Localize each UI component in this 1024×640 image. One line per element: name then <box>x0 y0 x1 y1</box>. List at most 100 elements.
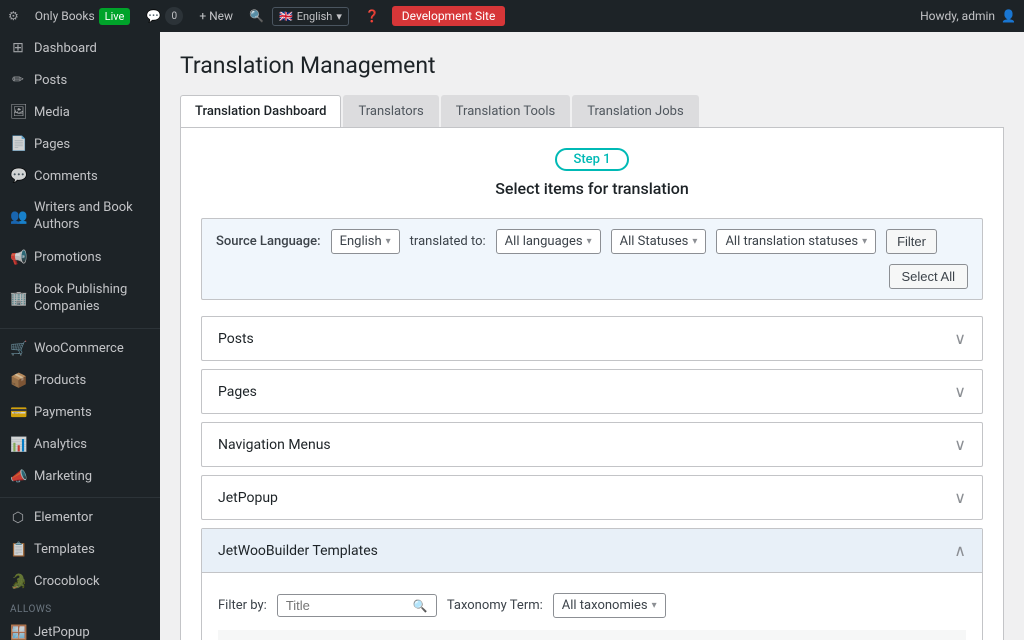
all-statuses-select[interactable]: All Statuses ▾ <box>611 229 707 254</box>
accordion-posts-header[interactable]: Posts ∨ <box>202 317 982 360</box>
dashboard-icon: ⊞ <box>10 40 26 56</box>
accordion-nav-menus-label: Navigation Menus <box>218 437 331 453</box>
templates-icon: 📋 <box>10 542 26 558</box>
comments-icon: 💬 <box>10 168 26 184</box>
accordion-jetpopup-header[interactable]: JetPopup ∨ <box>202 476 982 519</box>
adminbar-comment-count: 0 <box>165 7 183 25</box>
accordion-pages-label: Pages <box>218 384 257 400</box>
filter-button[interactable]: Filter <box>886 229 937 254</box>
main-content: Translation Management Translation Dashb… <box>160 32 1024 640</box>
menu-divider <box>0 328 160 329</box>
adminbar-howdy: Howdy, admin <box>920 9 995 23</box>
adminbar-language-switcher[interactable]: 🇬🇧 English ▾ <box>272 7 349 26</box>
sidebar-item-comments[interactable]: 💬 Comments <box>0 160 160 192</box>
adminbar-user-avatar[interactable]: 👤 <box>1001 9 1016 23</box>
admin-bar: ⚙ Only Books Live 💬 0 + New 🔍 🇬🇧 English… <box>0 0 1024 32</box>
marketing-icon: 📣 <box>10 469 26 485</box>
sidebar-item-jetpopup[interactable]: 🪟 JetPopup <box>0 617 160 640</box>
accordion-pages-header[interactable]: Pages ∨ <box>202 370 982 413</box>
accordion-jetpopup: JetPopup ∨ <box>201 475 983 520</box>
all-lang-chevron-icon: ▾ <box>587 236 592 247</box>
sidebar-item-woocommerce[interactable]: 🛒 WooCommerce <box>0 333 160 365</box>
accordion-pages: Pages ∨ <box>201 369 983 414</box>
adminbar-help[interactable]: ❓ <box>357 0 388 32</box>
sidebar-item-label: Analytics <box>34 437 87 452</box>
adminbar-new-button[interactable]: + New <box>191 0 241 32</box>
accordion-jetwoobuilder-label: JetWooBuilder Templates <box>218 543 378 559</box>
source-language-label: Source Language: <box>216 234 321 249</box>
sidebar-item-label: Crocoblock <box>34 574 100 589</box>
tab-bar: Translation Dashboard Translators Transl… <box>180 95 1004 128</box>
sidebar-item-label: Templates <box>34 542 95 557</box>
step-title: Select items for translation <box>201 179 983 198</box>
tab-content-area: Step 1 Select items for translation Sour… <box>180 128 1004 640</box>
adminbar-new-label: + New <box>199 9 233 23</box>
statuses-chevron-icon: ▾ <box>692 236 697 247</box>
select-all-button[interactable]: Select All <box>889 264 968 289</box>
adminbar-search-icon: 🔍 <box>249 9 264 23</box>
sidebar-item-label: Pages <box>34 137 70 152</box>
filter-bar: Source Language: English ▾ translated to… <box>201 218 983 300</box>
accordion-nav-menus: Navigation Menus ∨ <box>201 422 983 467</box>
menu-divider-2 <box>0 497 160 498</box>
sidebar-item-elementor[interactable]: ⬡ Elementor <box>0 502 160 534</box>
tab-translation-tools[interactable]: Translation Tools <box>441 95 570 127</box>
accordion-posts-label: Posts <box>218 331 254 347</box>
sidebar-item-label: Payments <box>34 405 92 420</box>
tab-translators[interactable]: Translators <box>343 95 438 127</box>
taxonomy-term-label: Taxonomy Term: <box>447 598 543 613</box>
sidebar-item-label: WooCommerce <box>34 341 124 356</box>
sidebar-item-crocoblock[interactable]: 🐊 Crocoblock <box>0 566 160 598</box>
taxonomy-chevron-icon: ▾ <box>652 600 657 611</box>
sidebar-item-templates[interactable]: 📋 Templates <box>0 534 160 566</box>
source-language-select[interactable]: English ▾ <box>331 229 400 254</box>
col-header-flag: 🇫🇷 <box>686 630 736 640</box>
adminbar-devsite-badge: Development Site <box>392 6 506 26</box>
nav-menus-chevron-icon: ∨ <box>954 435 966 454</box>
source-lang-chevron-icon: ▾ <box>386 236 391 247</box>
col-header-title[interactable]: Title ⇅ <box>251 630 686 640</box>
sidebar-item-media[interactable]: 🖼 Media <box>0 96 160 128</box>
sidebar-item-analytics[interactable]: 📊 Analytics <box>0 429 160 461</box>
adminbar-site[interactable]: Only Books Live <box>27 0 139 32</box>
sidebar-item-label: Comments <box>34 169 98 184</box>
accordion-jetpopup-label: JetPopup <box>218 490 278 506</box>
sidebar-item-posts[interactable]: ✏ Posts <box>0 64 160 96</box>
title-filter-input[interactable] <box>286 598 407 613</box>
page-title: Translation Management <box>180 52 1004 79</box>
tab-translation-dashboard[interactable]: Translation Dashboard <box>180 95 341 127</box>
sidebar-item-products[interactable]: 📦 Products <box>0 365 160 397</box>
jetwoobuilder-chevron-icon: ∧ <box>954 541 966 560</box>
translation-statuses-select[interactable]: All translation statuses ▾ <box>716 229 876 254</box>
sidebar-item-pages[interactable]: 📄 Pages <box>0 128 160 160</box>
sidebar-item-writers[interactable]: 👥 Writers and Book Authors <box>0 192 160 242</box>
sidebar-item-dashboard[interactable]: ⊞ Dashboard <box>0 32 160 64</box>
pages-icon: 📄 <box>10 136 26 152</box>
col-header-words: Word count <box>876 630 966 640</box>
source-lang-value: English <box>340 234 382 249</box>
woocommerce-icon: 🛒 <box>10 341 26 357</box>
accordion-nav-menus-header[interactable]: Navigation Menus ∨ <box>202 423 982 466</box>
crocoblock-icon: 🐊 <box>10 574 26 590</box>
tab-translation-jobs[interactable]: Translation Jobs <box>572 95 698 127</box>
all-languages-value: All languages <box>505 234 583 249</box>
sidebar-item-label: Promotions <box>34 250 101 265</box>
step-badge: Step 1 <box>555 148 628 171</box>
sidebar-item-book-publishing[interactable]: 🏢 Book Publishing Companies <box>0 274 160 324</box>
col-header-date[interactable]: Date / Status ⇅ <box>736 630 876 640</box>
posts-chevron-icon: ∨ <box>954 329 966 348</box>
all-languages-select[interactable]: All languages ▾ <box>496 229 601 254</box>
adminbar-comments[interactable]: 💬 0 <box>138 0 191 32</box>
sub-filter-bar: Filter by: 🔍 Taxonomy Term: All taxonomi… <box>218 585 966 630</box>
accordion-jetwoobuilder-body: Filter by: 🔍 Taxonomy Term: All taxonomi… <box>202 572 982 640</box>
sidebar-item-promotions[interactable]: 📢 Promotions <box>0 242 160 274</box>
sidebar-item-payments[interactable]: 💳 Payments <box>0 397 160 429</box>
sidebar-item-marketing[interactable]: 📣 Marketing <box>0 461 160 493</box>
accordion-posts: Posts ∨ <box>201 316 983 361</box>
step-header: Step 1 Select items for translation <box>201 148 983 198</box>
sidebar-item-label: Products <box>34 373 86 388</box>
taxonomy-term-select[interactable]: All taxonomies ▾ <box>553 593 666 618</box>
accordion-jetwoobuilder: JetWooBuilder Templates ∧ Filter by: 🔍 T… <box>201 528 983 640</box>
accordion-jetwoobuilder-header[interactable]: JetWooBuilder Templates ∧ <box>202 529 982 572</box>
adminbar-search[interactable]: 🔍 <box>241 0 272 32</box>
